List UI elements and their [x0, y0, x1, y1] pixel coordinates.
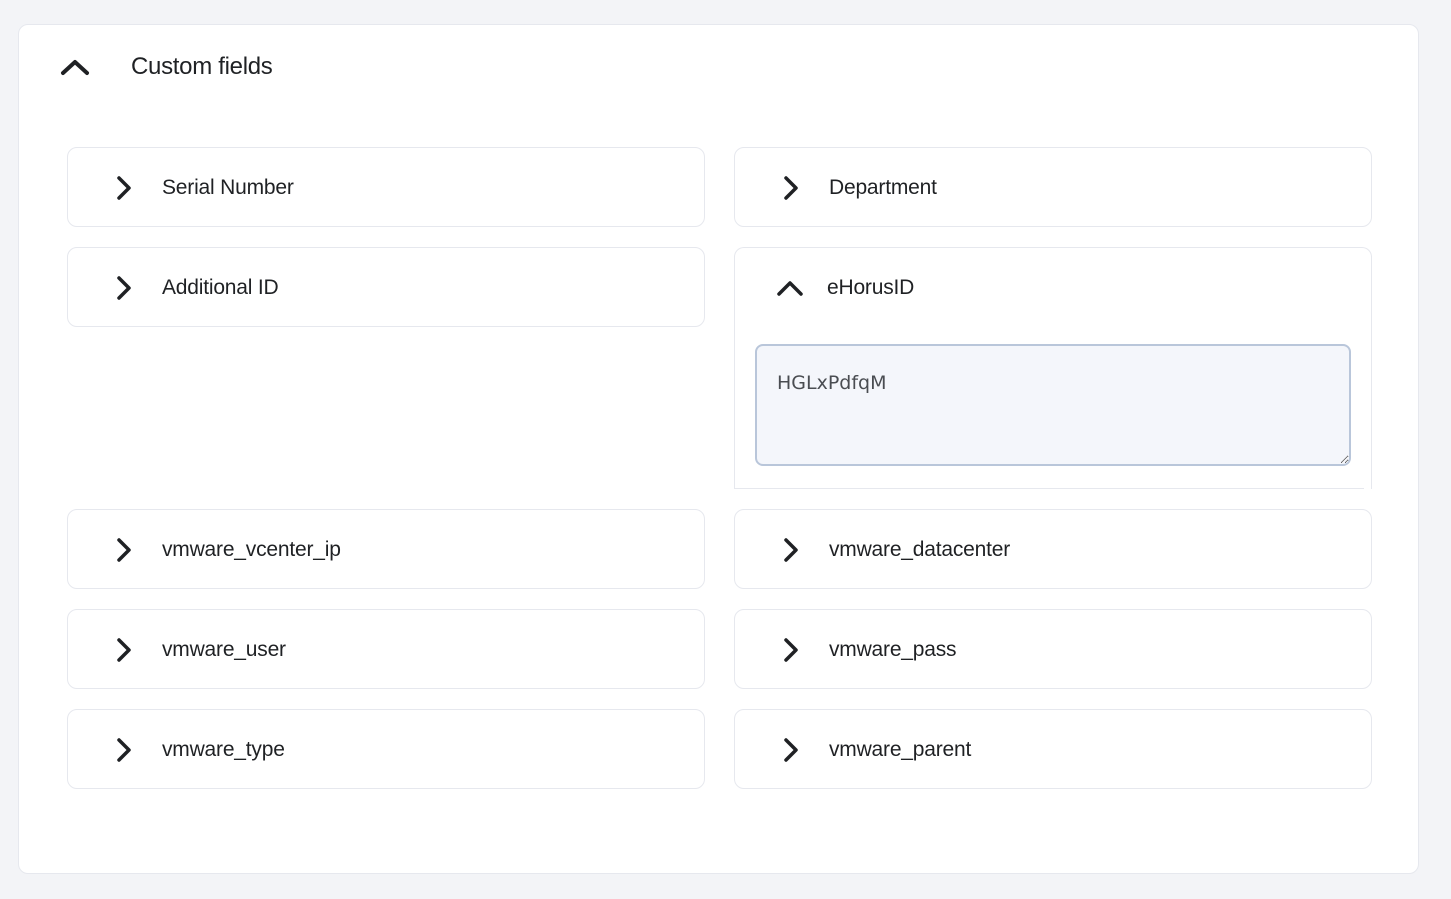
- chevron-right-icon: [779, 176, 803, 200]
- divider: [734, 488, 1364, 489]
- field-label: vmware_user: [162, 638, 286, 661]
- field-label: Department: [829, 176, 937, 199]
- field-vmware-vcenter-ip[interactable]: vmware_vcenter_ip: [67, 509, 705, 589]
- field-vmware-user[interactable]: vmware_user: [67, 609, 705, 689]
- ehorusid-value-input[interactable]: HGLxPdfqM: [755, 344, 1351, 466]
- custom-fields-panel: Custom fields Serial Number Department A…: [18, 24, 1419, 874]
- field-label: vmware_pass: [829, 638, 957, 661]
- field-vmware-datacenter[interactable]: vmware_datacenter: [734, 509, 1372, 589]
- chevron-up-icon: [775, 276, 805, 300]
- ehorusid-toggle[interactable]: eHorusID: [775, 270, 914, 306]
- field-label: vmware_datacenter: [829, 538, 1011, 561]
- chevron-right-icon: [112, 638, 136, 662]
- field-label: Additional ID: [162, 276, 279, 299]
- field-additional-id[interactable]: Additional ID: [67, 247, 705, 327]
- field-label: vmware_vcenter_ip: [162, 538, 341, 561]
- field-serial-number[interactable]: Serial Number: [67, 147, 705, 227]
- field-label: vmware_type: [162, 738, 285, 761]
- chevron-right-icon: [779, 638, 803, 662]
- chevron-right-icon: [779, 538, 803, 562]
- section-title: Custom fields: [131, 53, 273, 80]
- chevron-right-icon: [112, 738, 136, 762]
- field-vmware-parent[interactable]: vmware_parent: [734, 709, 1372, 789]
- chevron-up-icon: [59, 51, 91, 83]
- field-vmware-type[interactable]: vmware_type: [67, 709, 705, 789]
- chevron-right-icon: [779, 738, 803, 762]
- custom-fields-toggle[interactable]: Custom fields: [59, 49, 273, 85]
- field-department[interactable]: Department: [734, 147, 1372, 227]
- chevron-right-icon: [112, 538, 136, 562]
- field-label: eHorusID: [827, 276, 915, 299]
- chevron-right-icon: [112, 176, 136, 200]
- chevron-right-icon: [112, 276, 136, 300]
- field-label: vmware_parent: [829, 738, 972, 761]
- field-ehorusid: eHorusID HGLxPdfqM: [734, 247, 1372, 489]
- field-label: Serial Number: [162, 176, 294, 199]
- field-vmware-pass[interactable]: vmware_pass: [734, 609, 1372, 689]
